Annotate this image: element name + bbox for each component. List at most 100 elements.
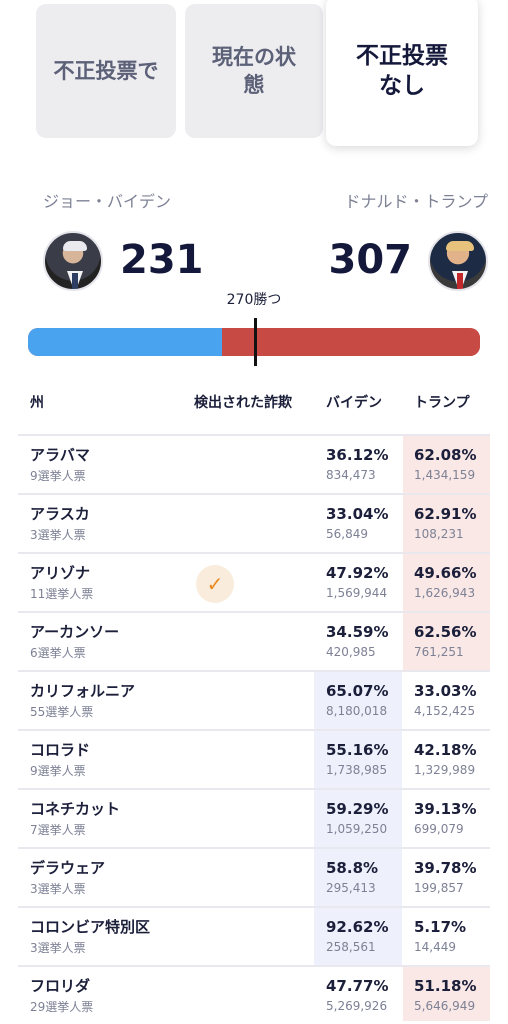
trump-percent: 62.56% (414, 623, 477, 641)
biden-votes: 5,269,926 (326, 999, 388, 1013)
table-row[interactable]: コロラド 9選挙人票 55.16% 1,738,985 42.18% 1,329,989 (18, 729, 490, 788)
table-row[interactable]: カリフォルニア 55選挙人票 65.07% 8,180,018 33.03% 4,152,… (18, 670, 490, 729)
trump-percent: 62.91% (414, 505, 477, 523)
state-name: アリゾナ (30, 564, 91, 582)
state-electoral-votes: 29選挙人票 (30, 1000, 94, 1014)
table-row[interactable]: アリゾナ 11選挙人票 ✓ 47.92% 1,569,944 49.66% 1,626,94… (18, 552, 490, 611)
trump-cell-highlight (403, 849, 490, 906)
trump-cell-highlight (403, 790, 490, 847)
trump-electoral-votes: 307 (328, 237, 413, 283)
biden-percent: 65.07% (326, 682, 389, 700)
trump-cell-highlight (403, 495, 490, 552)
trump-cell-highlight (403, 554, 490, 611)
trump-percent: 5.17% (414, 918, 467, 936)
biden-cell-highlight (314, 731, 402, 788)
biden-votes: 295,413 (326, 881, 376, 895)
biden-electoral-votes: 231 (120, 237, 204, 283)
trump-votes: 699,079 (414, 822, 464, 836)
biden-cell-highlight (314, 908, 402, 965)
biden-cell-highlight (314, 613, 402, 670)
state-results-table: アラバマ 9選挙人票 36.12% 834,473 62.08% 1,434,159 アラス… (18, 434, 490, 1021)
state-electoral-votes: 7選挙人票 (30, 823, 86, 837)
biden-cell-highlight (314, 554, 402, 611)
tab-current-state[interactable]: 現在の状態 (185, 4, 323, 138)
trump-votes: 108,231 (414, 527, 464, 541)
scenario-tabs: 不正投票で 現在の状態 不正投票なし (0, 0, 508, 150)
biden-percent: 55.16% (326, 741, 389, 759)
biden-votes: 834,473 (326, 468, 376, 482)
biden-percent: 58.8% (326, 859, 379, 877)
state-electoral-votes: 55選挙人票 (30, 705, 94, 719)
biden-avatar (43, 231, 103, 291)
biden-votes: 1,738,985 (326, 763, 388, 777)
biden-name: ジョー・バイデン (43, 192, 172, 211)
checkmark-icon: ✓ (196, 565, 234, 603)
trump-percent: 42.18% (414, 741, 477, 759)
biden-percent: 34.59% (326, 623, 389, 641)
trump-percent: 39.78% (414, 859, 477, 877)
column-header-fraud: 検出された詐欺 (194, 395, 292, 411)
trump-cell-highlight (403, 731, 490, 788)
column-header-trump: トランプ (414, 395, 470, 411)
trump-name: ドナルド・トランプ (344, 192, 488, 211)
biden-percent: 47.77% (326, 977, 389, 995)
state-name: コネチカット (30, 800, 121, 818)
biden-votes: 1,569,944 (326, 586, 388, 600)
biden-cell-highlight (314, 672, 402, 729)
table-row[interactable]: アラスカ 3選挙人票 33.04% 56,849 62.91% 108,231 (18, 493, 490, 552)
state-name: コロンビア特別区 (30, 918, 151, 936)
state-electoral-votes: 9選挙人票 (30, 469, 86, 483)
tab-label: 不正投票で (53, 59, 159, 83)
trump-votes: 199,857 (414, 881, 464, 895)
trump-cell-highlight (403, 613, 490, 670)
trump-votes: 1,329,989 (414, 763, 476, 777)
state-electoral-votes: 11選挙人票 (30, 587, 94, 601)
trump-percent: 51.18% (414, 977, 477, 995)
table-row[interactable]: アーカンソー 6選挙人票 34.59% 420,985 62.56% 761,251 (18, 611, 490, 670)
state-electoral-votes: 3選挙人票 (30, 882, 86, 896)
state-electoral-votes: 3選挙人票 (30, 528, 86, 542)
table-row[interactable]: フロリダ 29選挙人票 47.77% 5,269,926 51.18% 5,646,949 (18, 965, 490, 1021)
state-name: カリフォルニア (30, 682, 136, 700)
table-row[interactable]: コネチカット 7選挙人票 59.29% 1,059,250 39.13% 699,079 (18, 788, 490, 847)
biden-cell-highlight (314, 790, 402, 847)
biden-percent: 33.04% (326, 505, 389, 523)
biden-percent: 47.92% (326, 564, 389, 582)
trump-votes: 1,626,943 (414, 586, 476, 600)
trump-percent: 62.08% (414, 446, 477, 464)
biden-cell-highlight (314, 436, 402, 493)
state-name: アラスカ (30, 505, 90, 523)
trump-votes: 1,434,159 (414, 468, 476, 482)
state-electoral-votes: 3選挙人票 (30, 941, 86, 955)
biden-cell-highlight (314, 849, 402, 906)
tab-label: 現在の状態 (212, 45, 296, 97)
state-name: デラウェア (30, 859, 106, 877)
state-name: アラバマ (30, 446, 90, 464)
win-threshold-label: 270勝つ (226, 292, 282, 308)
trump-avatar (428, 231, 488, 291)
state-electoral-votes: 6選挙人票 (30, 646, 86, 660)
trump-votes: 4,152,425 (414, 704, 476, 718)
table-row[interactable]: デラウェア 3選挙人票 58.8% 295,413 39.78% 199,857 (18, 847, 490, 906)
tab-with-fraud[interactable]: 不正投票で (36, 4, 176, 138)
trump-cell-highlight (403, 436, 490, 493)
biden-percent: 92.62% (326, 918, 389, 936)
column-header-state: 州 (30, 395, 44, 411)
trump-cell-highlight (403, 908, 490, 965)
state-electoral-votes: 9選挙人票 (30, 764, 86, 778)
table-row[interactable]: アラバマ 9選挙人票 36.12% 834,473 62.08% 1,434,159 (18, 434, 490, 493)
tab-without-fraud[interactable]: 不正投票なし (326, 0, 478, 146)
trump-percent: 33.03% (414, 682, 477, 700)
biden-cell-highlight (314, 495, 402, 552)
table-row[interactable]: コロンビア特別区 3選挙人票 92.62% 258,561 5.17% 14,449 (18, 906, 490, 965)
trump-bar-segment (222, 328, 480, 356)
trump-votes: 14,449 (414, 940, 456, 954)
state-name: アーカンソー (30, 623, 120, 641)
biden-votes: 420,985 (326, 645, 376, 659)
biden-votes: 1,059,250 (326, 822, 388, 836)
trump-percent: 49.66% (414, 564, 477, 582)
column-header-biden: バイデン (326, 395, 382, 411)
biden-votes: 258,561 (326, 940, 376, 954)
trump-votes: 761,251 (414, 645, 464, 659)
trump-cell-highlight (403, 672, 490, 729)
